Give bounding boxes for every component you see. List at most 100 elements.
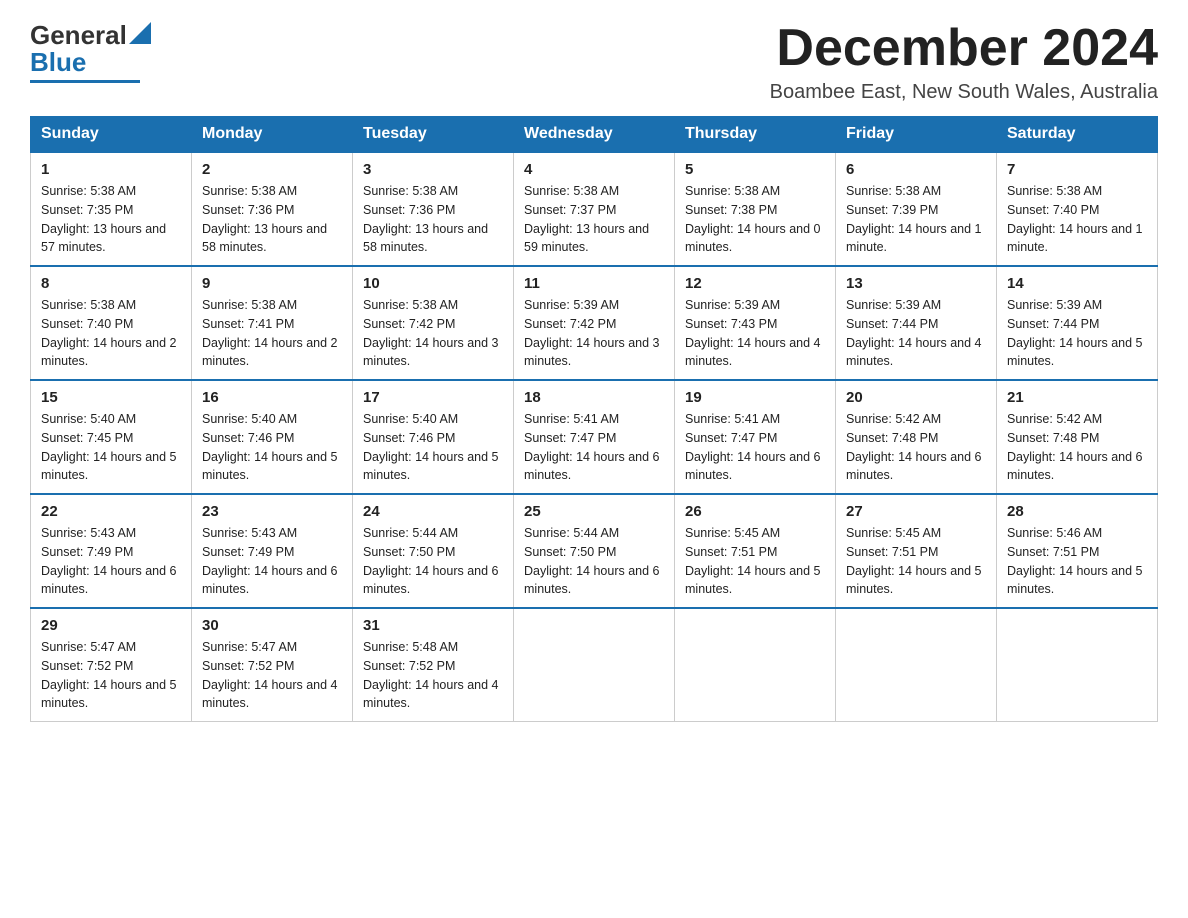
header-wednesday: Wednesday [514, 117, 675, 153]
day-number: 1 [41, 161, 181, 178]
table-row: 21 Sunrise: 5:42 AMSunset: 7:48 PMDayligh… [997, 380, 1158, 494]
table-row [836, 608, 997, 722]
day-info: Sunrise: 5:38 AMSunset: 7:36 PMDaylight:… [363, 182, 503, 257]
table-row: 30Sunrise: 5:47 AMSunset: 7:52 PMDayligh… [192, 608, 353, 722]
day-info: Sunrise: 5:43 AMSunset: 7:49 PMDaylight:… [41, 524, 181, 599]
day-info: Sunrise: 5:46 AMSunset: 7:51 PMDaylight:… [1007, 524, 1147, 599]
logo-blue: Blue [30, 47, 86, 77]
day-info: Sunrise: 5:43 AMSunset: 7:49 PMDaylight:… [202, 524, 342, 599]
day-info: Sunrise: 5:48 AMSunset: 7:52 PMDaylight:… [363, 638, 503, 713]
table-row: 5 Sunrise: 5:38 AMSunset: 7:38 PMDaylight… [675, 152, 836, 266]
day-info: Sunrise: 5:40 AMSunset: 7:45 PMDaylight:… [41, 410, 181, 485]
day-info: Sunrise: 5:38 AMSunset: 7:40 PMDaylight:… [1007, 182, 1147, 257]
table-row: 18 Sunrise: 5:41 AMSunset: 7:47 PMDayligh… [514, 380, 675, 494]
day-number: 5 [685, 161, 825, 178]
table-row: 25Sunrise: 5:44 AMSunset: 7:50 PMDayligh… [514, 494, 675, 608]
table-row: 9Sunrise: 5:38 AMSunset: 7:41 PMDaylight… [192, 266, 353, 380]
day-number: 11 [524, 275, 664, 292]
day-info: Sunrise: 5:40 AMSunset: 7:46 PMDaylight:… [363, 410, 503, 485]
day-number: 18 [524, 389, 664, 406]
table-row: 17 Sunrise: 5:40 AMSunset: 7:46 PMDayligh… [353, 380, 514, 494]
table-row: 27 Sunrise: 5:45 AMSunset: 7:51 PMDayligh… [836, 494, 997, 608]
day-info: Sunrise: 5:47 AMSunset: 7:52 PMDaylight:… [41, 638, 181, 713]
day-info: Sunrise: 5:38 AMSunset: 7:35 PMDaylight:… [41, 182, 181, 257]
header-thursday: Thursday [675, 117, 836, 153]
table-row: 13 Sunrise: 5:39 AMSunset: 7:44 PMDayligh… [836, 266, 997, 380]
header-monday: Monday [192, 117, 353, 153]
day-number: 23 [202, 503, 342, 520]
table-row: 8Sunrise: 5:38 AMSunset: 7:40 PMDaylight… [31, 266, 192, 380]
day-info: Sunrise: 5:39 AMSunset: 7:44 PMDaylight:… [846, 296, 986, 371]
table-row [514, 608, 675, 722]
table-row: 11Sunrise: 5:39 AMSunset: 7:42 PMDayligh… [514, 266, 675, 380]
header-friday: Friday [836, 117, 997, 153]
day-number: 7 [1007, 161, 1147, 178]
day-info: Sunrise: 5:39 AMSunset: 7:43 PMDaylight:… [685, 296, 825, 371]
day-number: 22 [41, 503, 181, 520]
day-number: 8 [41, 275, 181, 292]
logo: General Blue [30, 20, 151, 83]
day-info: Sunrise: 5:39 AMSunset: 7:44 PMDaylight:… [1007, 296, 1147, 371]
table-row: 22 Sunrise: 5:43 AMSunset: 7:49 PMDayligh… [31, 494, 192, 608]
calendar-header-row: Sunday Monday Tuesday Wednesday Thursday… [31, 117, 1158, 153]
day-info: Sunrise: 5:38 AMSunset: 7:36 PMDaylight:… [202, 182, 342, 257]
day-number: 14 [1007, 275, 1147, 292]
header-sunday: Sunday [31, 117, 192, 153]
day-number: 2 [202, 161, 342, 178]
calendar-table: Sunday Monday Tuesday Wednesday Thursday… [30, 116, 1158, 722]
day-info: Sunrise: 5:45 AMSunset: 7:51 PMDaylight:… [685, 524, 825, 599]
day-info: Sunrise: 5:38 AMSunset: 7:42 PMDaylight:… [363, 296, 503, 371]
day-info: Sunrise: 5:40 AMSunset: 7:46 PMDaylight:… [202, 410, 342, 485]
day-number: 17 [363, 389, 503, 406]
table-row: 28 Sunrise: 5:46 AMSunset: 7:51 PMDayligh… [997, 494, 1158, 608]
calendar-week-row: 29 Sunrise: 5:47 AMSunset: 7:52 PMDayligh… [31, 608, 1158, 722]
day-number: 10 [363, 275, 503, 292]
table-row: 2 Sunrise: 5:38 AMSunset: 7:36 PMDaylight… [192, 152, 353, 266]
table-row: 14 Sunrise: 5:39 AMSunset: 7:44 PMDayligh… [997, 266, 1158, 380]
location-subtitle: Boambee East, New South Wales, Australia [770, 81, 1158, 104]
calendar-week-row: 22 Sunrise: 5:43 AMSunset: 7:49 PMDayligh… [31, 494, 1158, 608]
table-row: 31 Sunrise: 5:48 AMSunset: 7:52 PMDayligh… [353, 608, 514, 722]
day-number: 27 [846, 503, 986, 520]
table-row: 16Sunrise: 5:40 AMSunset: 7:46 PMDayligh… [192, 380, 353, 494]
table-row: 29 Sunrise: 5:47 AMSunset: 7:52 PMDayligh… [31, 608, 192, 722]
day-number: 13 [846, 275, 986, 292]
day-number: 6 [846, 161, 986, 178]
table-row: 4Sunrise: 5:38 AMSunset: 7:37 PMDaylight… [514, 152, 675, 266]
table-row: 6 Sunrise: 5:38 AMSunset: 7:39 PMDaylight… [836, 152, 997, 266]
day-number: 4 [524, 161, 664, 178]
table-row: 24Sunrise: 5:44 AMSunset: 7:50 PMDayligh… [353, 494, 514, 608]
month-title: December 2024 [770, 20, 1158, 77]
day-info: Sunrise: 5:42 AMSunset: 7:48 PMDaylight:… [846, 410, 986, 485]
calendar-week-row: 15 Sunrise: 5:40 AMSunset: 7:45 PMDayligh… [31, 380, 1158, 494]
table-row: 15 Sunrise: 5:40 AMSunset: 7:45 PMDayligh… [31, 380, 192, 494]
day-number: 15 [41, 389, 181, 406]
day-info: Sunrise: 5:38 AMSunset: 7:41 PMDaylight:… [202, 296, 342, 371]
day-info: Sunrise: 5:45 AMSunset: 7:51 PMDaylight:… [846, 524, 986, 599]
day-number: 20 [846, 389, 986, 406]
day-info: Sunrise: 5:41 AMSunset: 7:47 PMDaylight:… [685, 410, 825, 485]
table-row: 3Sunrise: 5:38 AMSunset: 7:36 PMDaylight… [353, 152, 514, 266]
day-number: 28 [1007, 503, 1147, 520]
day-info: Sunrise: 5:38 AMSunset: 7:38 PMDaylight:… [685, 182, 825, 257]
table-row [997, 608, 1158, 722]
day-number: 31 [363, 617, 503, 634]
header-tuesday: Tuesday [353, 117, 514, 153]
day-number: 19 [685, 389, 825, 406]
day-info: Sunrise: 5:44 AMSunset: 7:50 PMDaylight:… [524, 524, 664, 599]
header: General Blue December 2024 Boambee East,… [30, 20, 1158, 104]
day-info: Sunrise: 5:38 AMSunset: 7:39 PMDaylight:… [846, 182, 986, 257]
day-info: Sunrise: 5:41 AMSunset: 7:47 PMDaylight:… [524, 410, 664, 485]
day-info: Sunrise: 5:42 AMSunset: 7:48 PMDaylight:… [1007, 410, 1147, 485]
day-number: 24 [363, 503, 503, 520]
day-number: 12 [685, 275, 825, 292]
calendar-week-row: 1 Sunrise: 5:38 AMSunset: 7:35 PMDaylight… [31, 152, 1158, 266]
table-row: 10 Sunrise: 5:38 AMSunset: 7:42 PMDayligh… [353, 266, 514, 380]
table-row: 26 Sunrise: 5:45 AMSunset: 7:51 PMDayligh… [675, 494, 836, 608]
table-row: 23 Sunrise: 5:43 AMSunset: 7:49 PMDayligh… [192, 494, 353, 608]
table-row: 19 Sunrise: 5:41 AMSunset: 7:47 PMDayligh… [675, 380, 836, 494]
day-number: 26 [685, 503, 825, 520]
day-number: 21 [1007, 389, 1147, 406]
day-info: Sunrise: 5:47 AMSunset: 7:52 PMDaylight:… [202, 638, 342, 713]
day-number: 29 [41, 617, 181, 634]
